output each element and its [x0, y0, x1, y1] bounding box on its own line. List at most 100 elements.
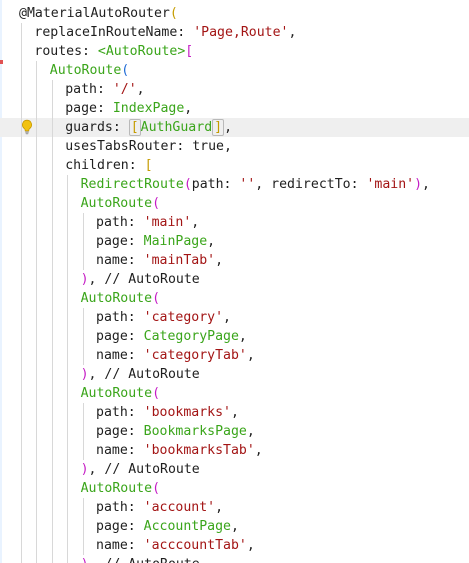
code-line[interactable]: routes: <AutoRoute>[	[0, 42, 469, 61]
code-line[interactable]: ), // AutoRoute	[0, 365, 469, 384]
indent-guide	[82, 308, 84, 327]
code-line[interactable]: ), // AutoRoute	[0, 460, 469, 479]
code-line[interactable]: usesTabsRouter: true,	[0, 137, 469, 156]
indent-guide	[36, 118, 38, 137]
indent-guide	[21, 517, 22, 536]
code-line[interactable]: replaceInRouteName: 'Page,Route',	[0, 23, 469, 42]
code-token: , redirectTo:	[255, 177, 367, 192]
code-line-text: AutoRoute(	[50, 61, 129, 80]
code-line[interactable]: path: '/',	[0, 80, 469, 99]
indent-guide	[36, 137, 38, 156]
indent-guide	[67, 346, 69, 365]
code-line[interactable]: AutoRoute(	[0, 194, 469, 213]
code-line[interactable]: page: BookmarksPage,	[0, 422, 469, 441]
code-token: (	[152, 196, 161, 211]
indent-guide	[21, 251, 22, 270]
indent-guide	[51, 175, 53, 194]
indent-guide	[21, 555, 22, 563]
code-editor[interactable]: @MaterialAutoRouter(replaceInRouteName: …	[0, 0, 469, 563]
code-token: 'main'	[366, 177, 415, 192]
indent-guide	[21, 194, 22, 213]
code-line[interactable]: name: 'bookmarksTab',	[0, 441, 469, 460]
code-token: AutoRoute	[80, 481, 153, 496]
code-line[interactable]: page: IndexPage,	[0, 99, 469, 118]
code-line-text: name: 'categoryTab',	[96, 346, 255, 365]
code-token: ,	[230, 519, 239, 534]
lightbulb-icon[interactable]	[20, 119, 34, 135]
code-line[interactable]: name: 'categoryTab',	[0, 346, 469, 365]
indent-guide	[51, 327, 53, 346]
code-line-text: AutoRoute(	[81, 384, 160, 403]
code-line[interactable]: AutoRoute(	[0, 479, 469, 498]
code-line-text: ), // AutoRoute	[81, 270, 200, 289]
code-token: ,	[246, 538, 255, 553]
code-line[interactable]: page: MainPage,	[0, 232, 469, 251]
indent-guide	[21, 422, 22, 441]
code-line[interactable]: AutoRoute(	[0, 61, 469, 80]
code-token: 'main'	[143, 215, 192, 230]
indent-guide	[67, 555, 69, 563]
code-token: RedirectRoute	[80, 177, 184, 192]
indent-guide	[36, 251, 38, 270]
indent-guide	[21, 384, 22, 403]
indent-guide	[51, 213, 53, 232]
code-line-text: path: '/',	[65, 80, 144, 99]
indent-guide	[51, 308, 53, 327]
indent-guide	[67, 289, 69, 308]
indent-guide	[82, 232, 84, 251]
indent-guide	[36, 99, 38, 118]
indent-guide	[51, 232, 53, 251]
indent-guide	[51, 251, 53, 270]
code-token: ,	[207, 234, 216, 249]
code-token: page:	[96, 424, 144, 439]
code-token: ,	[246, 348, 255, 363]
indent-guide	[67, 175, 69, 194]
code-line[interactable]: path: 'main',	[0, 213, 469, 232]
code-line-text: usesTabsRouter: true,	[65, 137, 232, 156]
code-line[interactable]: page: CategoryPage,	[0, 327, 469, 346]
code-token: ''	[239, 177, 256, 192]
code-token: page:	[96, 519, 144, 534]
code-line[interactable]: guards: [AuthGuard],	[0, 118, 469, 137]
code-line[interactable]: name: 'acccountTab',	[0, 536, 469, 555]
code-token: guards:	[65, 120, 129, 135]
code-token: 'mainTab'	[143, 253, 216, 268]
indent-guide	[21, 61, 22, 80]
code-line[interactable]: ), // AutoRoute	[0, 555, 469, 563]
indent-guide	[36, 479, 38, 498]
indent-guide	[21, 23, 22, 42]
code-line[interactable]: page: AccountPage,	[0, 517, 469, 536]
indent-guide	[36, 270, 38, 289]
code-line[interactable]: path: 'category',	[0, 308, 469, 327]
indent-guide	[21, 365, 22, 384]
indent-guide	[67, 479, 69, 498]
code-line-text: @MaterialAutoRouter(	[19, 4, 178, 23]
indent-guide	[82, 403, 84, 422]
code-token: BookmarksPage	[143, 424, 247, 439]
code-token: <AutoRoute>	[97, 44, 186, 59]
indent-guide	[21, 536, 22, 555]
code-token: (	[169, 6, 178, 21]
code-token: 'bookmarks'	[143, 405, 231, 420]
code-line[interactable]: path: 'bookmarks',	[0, 403, 469, 422]
code-line[interactable]: AutoRoute(	[0, 384, 469, 403]
code-line[interactable]: AutoRoute(	[0, 289, 469, 308]
code-token: ,	[184, 101, 193, 116]
code-line-text: path: 'category',	[96, 308, 231, 327]
code-line[interactable]: @MaterialAutoRouter(	[0, 4, 469, 23]
code-line[interactable]: name: 'mainTab',	[0, 251, 469, 270]
code-line-text: name: 'mainTab',	[96, 251, 223, 270]
indent-guide	[21, 403, 22, 422]
code-token: MainPage	[143, 234, 208, 249]
code-line[interactable]: path: 'account',	[0, 498, 469, 517]
code-token: page:	[65, 101, 113, 116]
code-line[interactable]: children: [	[0, 156, 469, 175]
indent-guide	[67, 460, 69, 479]
indent-guide	[51, 517, 53, 536]
code-line[interactable]: ), // AutoRoute	[0, 270, 469, 289]
indent-guide	[51, 346, 53, 365]
code-token: path:	[96, 405, 144, 420]
code-line[interactable]: RedirectRoute(path: '', redirectTo: 'mai…	[0, 175, 469, 194]
code-token: name:	[96, 443, 144, 458]
code-token: 'acccountTab'	[143, 538, 247, 553]
